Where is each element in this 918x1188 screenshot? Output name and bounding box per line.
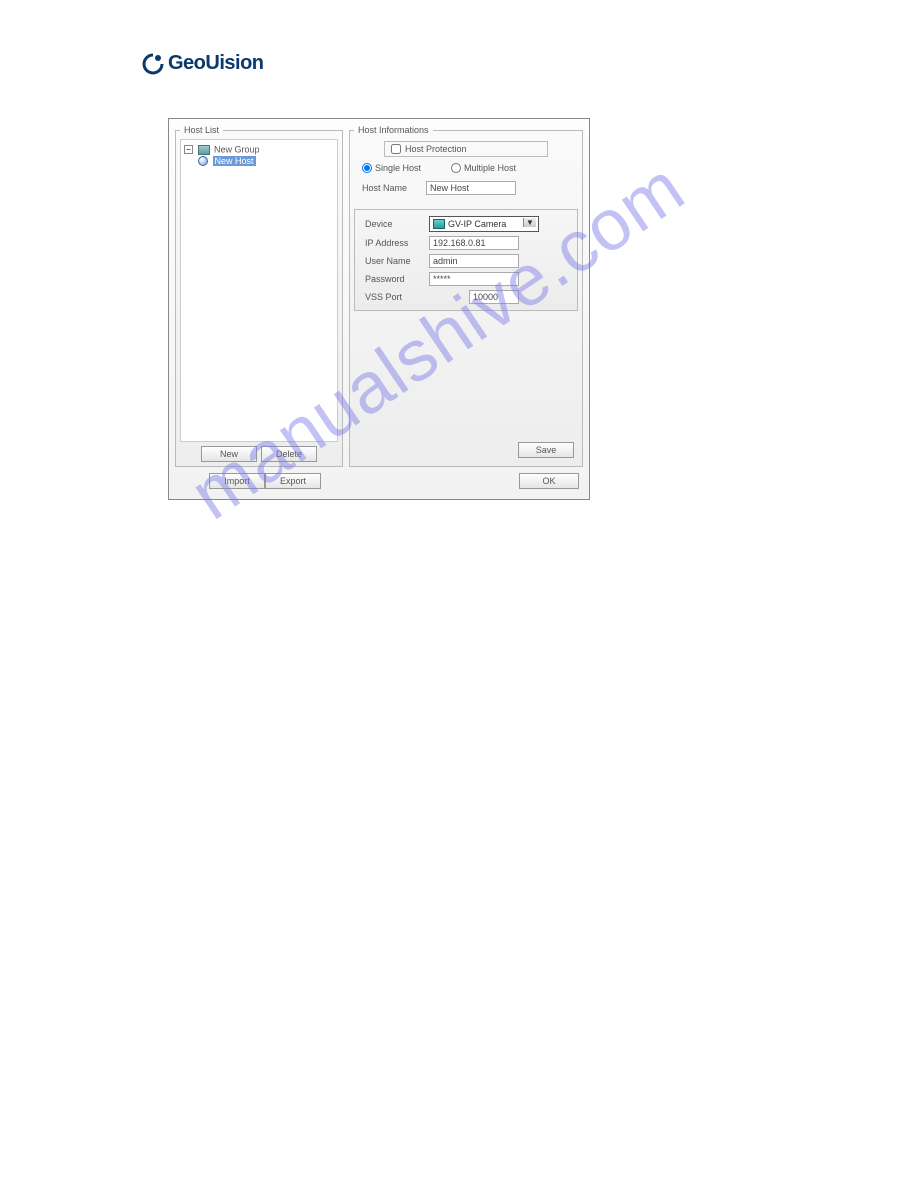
delete-button[interactable]: Delete xyxy=(261,446,317,462)
host-icon xyxy=(198,156,208,166)
save-button[interactable]: Save xyxy=(518,442,574,458)
host-list-group: Host List − New Group New Host New Delet… xyxy=(175,125,343,467)
device-label: Device xyxy=(357,219,429,229)
username-label: User Name xyxy=(357,256,429,266)
host-list-legend: Host List xyxy=(180,125,223,135)
host-config-dialog: Host List − New Group New Host New Delet… xyxy=(168,118,590,500)
multiple-host-radio[interactable] xyxy=(451,163,461,173)
import-button[interactable]: Import xyxy=(209,473,265,489)
brand-name: GeoUision xyxy=(168,52,264,75)
host-info-legend: Host Informations xyxy=(354,125,433,135)
host-protection-label: Host Protection xyxy=(405,144,467,154)
device-section: Device GV-IP Camera IP Address User Name… xyxy=(354,209,578,311)
vss-port-input[interactable] xyxy=(469,290,519,304)
single-host-label: Single Host xyxy=(375,163,421,173)
password-label: Password xyxy=(357,274,429,284)
hostname-label: Host Name xyxy=(354,183,426,193)
new-button[interactable]: New xyxy=(201,446,257,462)
host-info-group: Host Informations Host Protection Single… xyxy=(349,125,583,467)
vss-port-label: VSS Port xyxy=(357,292,429,302)
password-input[interactable] xyxy=(429,272,519,286)
tree-host-label: New Host xyxy=(213,156,256,166)
ip-label: IP Address xyxy=(357,238,429,248)
host-tree[interactable]: − New Group New Host xyxy=(180,139,338,442)
ok-button[interactable]: OK xyxy=(519,473,579,489)
device-select[interactable]: GV-IP Camera xyxy=(429,216,539,232)
multiple-host-option[interactable]: Multiple Host xyxy=(451,163,516,173)
tree-host-node[interactable]: New Host xyxy=(198,156,334,167)
tree-group-node[interactable]: − New Group xyxy=(184,144,334,155)
device-value: GV-IP Camera xyxy=(448,219,506,229)
brand-icon xyxy=(142,53,164,75)
tree-collapse-icon[interactable]: − xyxy=(184,145,193,154)
ip-input[interactable] xyxy=(429,236,519,250)
tree-group-label: New Group xyxy=(214,145,260,155)
hostname-input[interactable] xyxy=(426,181,516,195)
host-mode-row: Single Host Multiple Host xyxy=(354,161,578,175)
brand-logo: GeoUision xyxy=(142,52,264,75)
dialog-footer: Import Export OK xyxy=(175,473,583,489)
camera-icon xyxy=(433,219,445,229)
multiple-host-label: Multiple Host xyxy=(464,163,516,173)
username-input[interactable] xyxy=(429,254,519,268)
single-host-radio[interactable] xyxy=(362,163,372,173)
host-protection-row: Host Protection xyxy=(384,141,548,157)
export-button[interactable]: Export xyxy=(265,473,321,489)
single-host-option[interactable]: Single Host xyxy=(362,163,421,173)
host-protection-checkbox[interactable] xyxy=(391,144,401,154)
group-icon xyxy=(198,145,210,155)
